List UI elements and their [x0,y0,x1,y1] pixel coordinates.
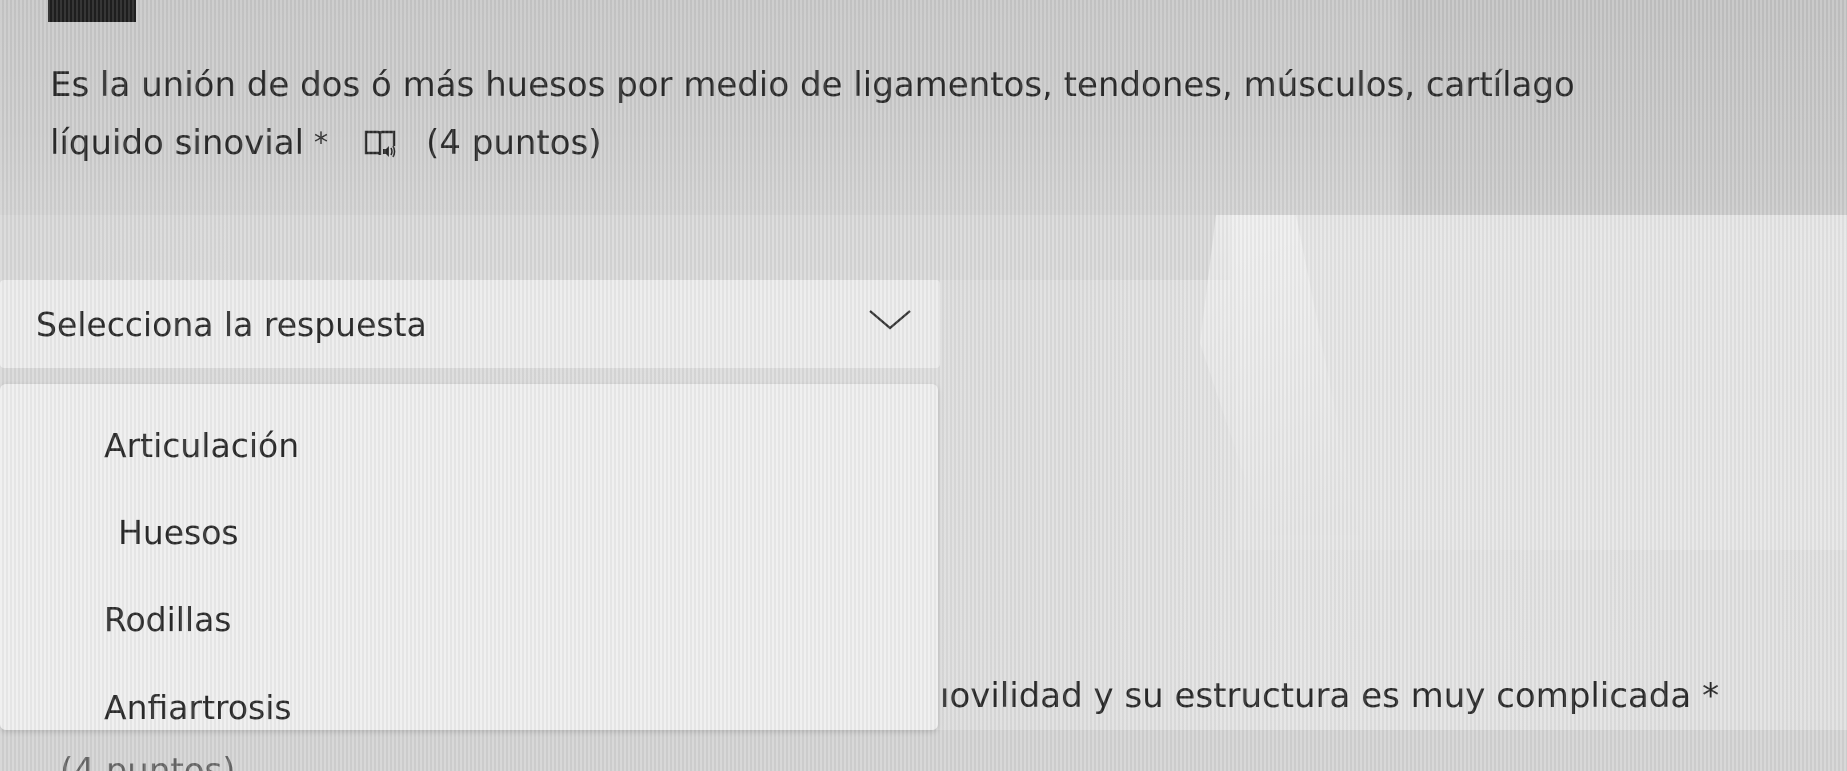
answer-select-placeholder: Selecciona la respuesta [36,304,427,344]
chevron-down-icon [868,308,912,332]
question-points: (4 puntos) [426,123,602,163]
option-rodillas[interactable]: Rodillas [104,600,232,639]
answer-dropdown-list: Articulación Huesos Rodillas Anfiartrosi… [0,384,938,730]
immersive-reader-icon[interactable] [364,129,396,158]
option-articulacion[interactable]: Articulación [104,426,299,465]
top-black-tab [48,0,136,22]
required-asterisk: * [314,126,329,159]
question-line-2: líquido sinovial * (4 puntos) [50,114,1847,172]
spacer-block [230,215,1230,280]
question-text: Es la unión de dos ó más huesos por medi… [50,56,1847,172]
next-question-partial-points: (4 puntos) [60,751,236,771]
next-question-area [0,730,1847,771]
next-question-partial-text: ıovilidad y su estructura es muy complic… [940,676,1720,716]
option-huesos[interactable]: Huesos [118,513,239,552]
question-line-1: Es la unión de dos ó más huesos por medi… [50,65,1575,105]
option-anfiartrosis[interactable]: Anfiartrosis [104,688,292,727]
answer-select[interactable]: Selecciona la respuesta [0,280,940,368]
question-line-2-text: líquido sinovial [50,123,305,163]
